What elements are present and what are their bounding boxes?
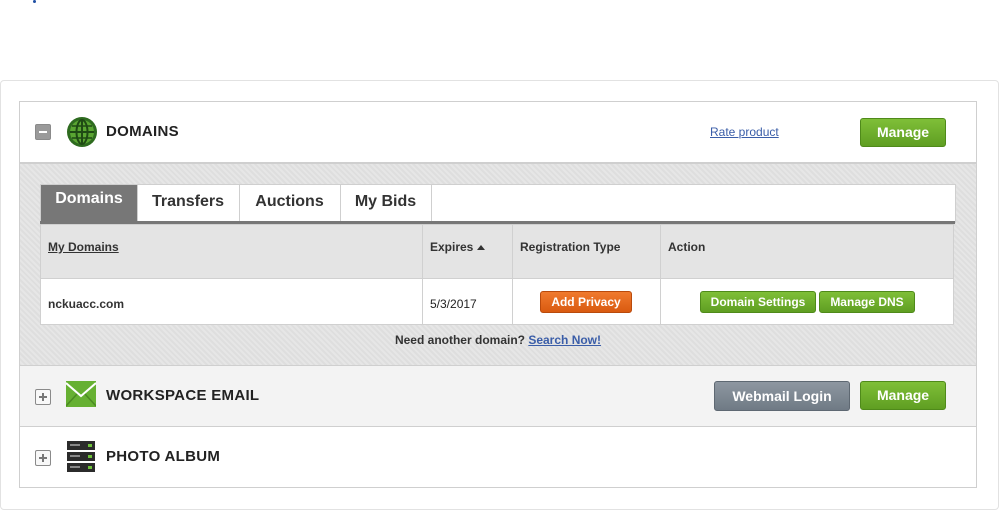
- expires-date: 5/3/2017: [430, 297, 477, 311]
- table-row: nckuacc.com 5/3/2017 Add Privacy Domain …: [40, 279, 954, 325]
- photo-album-header: PHOTO ALBUM: [20, 426, 976, 487]
- sort-ascending-icon: [477, 245, 486, 251]
- domain-name: nckuacc.com: [48, 297, 125, 311]
- domain-settings-button[interactable]: Domain Settings: [700, 291, 816, 313]
- search-now-link[interactable]: Search Now!: [528, 333, 601, 347]
- products-panel: DOMAINS Rate product Manage Domains Tran…: [19, 101, 977, 488]
- table-header-row: My Domains Expires Registration Type Act…: [40, 224, 954, 279]
- domains-expanded-area: Domains Transfers Auctions My Bids My Do…: [20, 162, 976, 366]
- workspace-manage-button[interactable]: Manage: [860, 381, 946, 410]
- domains-tab-bar: Domains Transfers Auctions My Bids: [40, 184, 956, 223]
- expand-workspace-toggle-icon[interactable]: [35, 389, 51, 405]
- my-domains-sort-link[interactable]: My Domains: [48, 240, 119, 254]
- action-cell: Domain Settings Manage DNS: [661, 279, 955, 324]
- domains-table: My Domains Expires Registration Type Act…: [40, 224, 954, 325]
- stray-link-dot: [33, 0, 36, 3]
- tab-domains[interactable]: Domains: [41, 185, 138, 221]
- server-icon: [67, 441, 95, 472]
- domain-cell: nckuacc.com: [41, 279, 423, 324]
- header-cell-expires[interactable]: Expires: [423, 225, 513, 278]
- photo-album-title: PHOTO ALBUM: [106, 448, 221, 465]
- need-another-domain: Need another domain? Search Now!: [20, 333, 976, 347]
- header-cell-action: Action: [661, 225, 955, 278]
- tab-transfers[interactable]: Transfers: [137, 185, 240, 221]
- workspace-email-header: WORKSPACE EMAIL Webmail Login Manage: [20, 365, 976, 426]
- globe-icon: [67, 117, 97, 147]
- rate-product-link[interactable]: Rate product: [710, 125, 779, 139]
- need-domain-text: Need another domain?: [394, 333, 525, 347]
- header-cell-registration-type: Registration Type: [513, 225, 661, 278]
- action-header: Action: [668, 240, 706, 254]
- webmail-login-button[interactable]: Webmail Login: [714, 381, 850, 411]
- registration-type-header: Registration Type: [520, 240, 621, 254]
- expires-cell: 5/3/2017: [423, 279, 513, 324]
- domains-header: DOMAINS Rate product Manage: [20, 102, 976, 162]
- header-cell-my-domains: My Domains: [41, 225, 423, 278]
- expand-photo-album-toggle-icon[interactable]: [35, 450, 51, 466]
- envelope-icon: [66, 381, 96, 407]
- domains-manage-button[interactable]: Manage: [860, 118, 946, 147]
- domains-title: DOMAINS: [106, 123, 179, 140]
- workspace-title: WORKSPACE EMAIL: [106, 387, 260, 404]
- registration-type-cell: Add Privacy: [513, 279, 661, 324]
- tab-my-bids[interactable]: My Bids: [340, 185, 432, 221]
- add-privacy-button[interactable]: Add Privacy: [540, 291, 632, 313]
- collapse-domains-toggle-icon[interactable]: [35, 124, 51, 140]
- expires-header-label[interactable]: Expires: [430, 240, 486, 254]
- manage-dns-button[interactable]: Manage DNS: [819, 291, 915, 313]
- tab-auctions[interactable]: Auctions: [239, 185, 341, 221]
- expires-label: Expires: [430, 240, 474, 254]
